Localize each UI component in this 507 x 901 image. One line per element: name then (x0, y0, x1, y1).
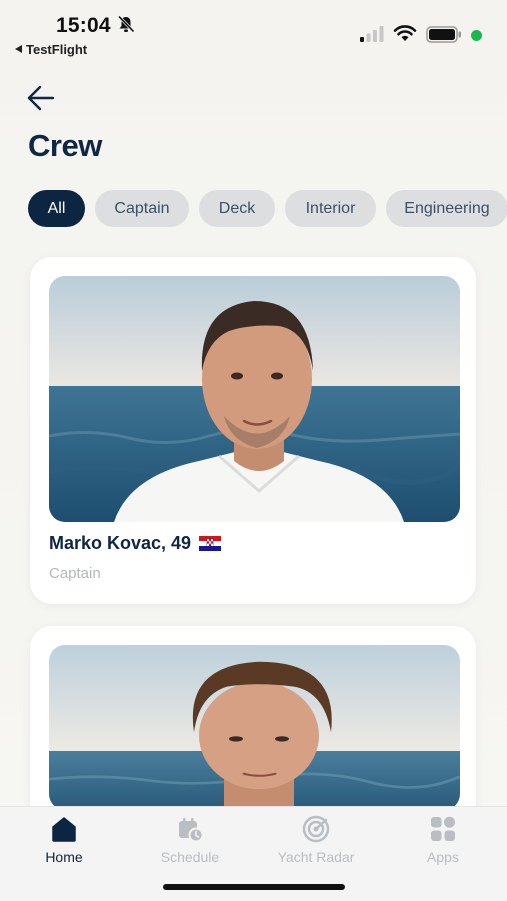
croatia-flag-icon (199, 536, 222, 551)
filter-chip-interior[interactable]: Interior (285, 190, 376, 227)
crew-name: Marko Kovac, 49 (49, 533, 192, 553)
calendar-clock-icon (179, 818, 204, 843)
filter-chip-deck[interactable]: Deck (199, 190, 275, 227)
crew-photo (49, 276, 460, 522)
battery-icon (426, 26, 461, 43)
home-indicator (163, 884, 345, 890)
filter-chip-captain[interactable]: Captain (95, 190, 189, 227)
tab-yacht-radar-label: Yacht Radar (277, 849, 355, 865)
crew-name-row: Marko Kovac, 49 (49, 533, 222, 554)
back-arrow-icon[interactable] (26, 84, 56, 112)
back-to-app-link[interactable]: TestFlight (15, 42, 87, 57)
crew-role: Captain (49, 565, 101, 582)
tab-apps[interactable]: Apps (383, 815, 503, 865)
privacy-indicator-dot (471, 30, 482, 41)
status-bar: 15:04 TestFlight (0, 0, 507, 60)
tab-yacht-radar[interactable]: Yacht Radar (256, 815, 376, 865)
crew-photo (49, 645, 460, 810)
page-title: Crew (28, 128, 102, 163)
bell-slash-icon (117, 15, 135, 33)
back-to-app-label: TestFlight (26, 42, 88, 57)
tab-schedule[interactable]: Schedule (130, 815, 250, 865)
cellular-signal-icon (360, 26, 384, 42)
radar-icon (302, 815, 330, 843)
tab-home[interactable]: Home (4, 815, 124, 865)
filter-chip-all[interactable]: All (28, 190, 85, 227)
filter-chips: All Captain Deck Interior Engineering (28, 190, 507, 228)
apps-grid-icon (431, 816, 455, 841)
tab-schedule-label: Schedule (160, 849, 220, 865)
crew-card[interactable]: Marko Kovac, 49 Captain (30, 257, 476, 604)
tab-apps-label: Apps (427, 849, 459, 865)
wifi-icon (393, 25, 417, 41)
home-icon (52, 817, 76, 842)
filter-chip-engineering[interactable]: Engineering (386, 190, 507, 227)
status-time: 15:04 (56, 14, 111, 37)
tab-home-label: Home (45, 849, 83, 865)
